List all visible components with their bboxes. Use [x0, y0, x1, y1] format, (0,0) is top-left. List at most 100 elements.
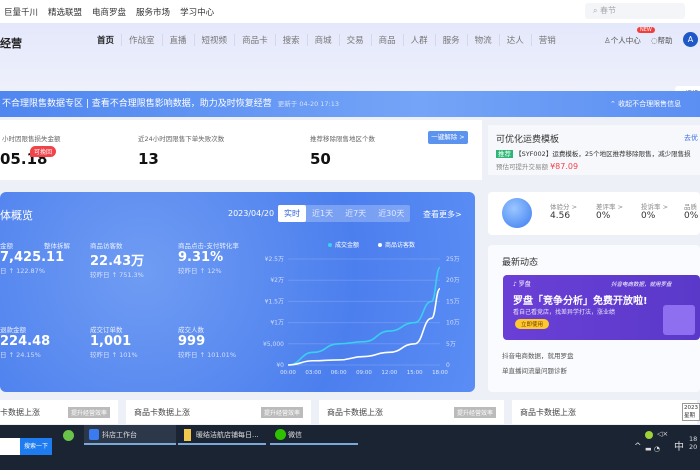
legend-marker [378, 243, 382, 247]
metric-label: 成交订单数 [90, 326, 123, 334]
personal-center-link[interactable]: ♙个人中心 [604, 35, 641, 46]
collapse-label: 收起不合理限售信息 [618, 100, 682, 108]
overview-card: 体概览 2023/04/20 查看更多> 整体拆解 金额 7,425.11 日 ↑ … [0, 192, 475, 392]
y-right-tick: 25万 [446, 256, 460, 263]
score-item[interactable]: 品质 0% [684, 201, 698, 221]
metric-value: 13 [138, 150, 159, 168]
new-badge: NEW [637, 27, 655, 33]
metric-change: 较昨日 ↑ 751.3% [90, 271, 144, 279]
nav-item[interactable]: 作战室 [121, 34, 162, 46]
x-tick: 18:00 [432, 370, 448, 376]
avatar[interactable]: A [683, 32, 698, 47]
nav-item[interactable]: 首页 [90, 34, 121, 46]
taskbar-search-button[interactable]: 搜索一下 [20, 438, 52, 455]
metric-change: 日 ↑ 122.87% [0, 267, 45, 275]
nav-item[interactable]: 物流 [466, 34, 499, 46]
tray-expand-icon[interactable]: ^ [634, 442, 642, 452]
nav-item[interactable]: 搜索 [274, 34, 307, 46]
use-now-button[interactable]: 立即使用 [515, 319, 550, 329]
metric: 商品访客数 22.43万较昨日 ↑ 751.3% [90, 240, 144, 279]
network-icon[interactable]: ▬ ◔ [645, 445, 660, 453]
tiktok-icon: ♪ [513, 281, 517, 288]
user-icon: ♙ [604, 36, 611, 45]
tab-1day[interactable]: 近1天 [306, 205, 339, 222]
search-input[interactable]: ⌕ 春节 [585, 3, 685, 19]
taskbar-app[interactable]: 暖结洁航店铺每日... [178, 425, 266, 445]
data-rise-card[interactable]: 商品卡数据上涨 提升经营效率 [126, 400, 311, 424]
tab-7days[interactable]: 近7天 [339, 205, 372, 222]
metric-value: 22.43万 [90, 254, 145, 269]
promo-banner[interactable]: ♪ 罗盘 抖音电商数据，就用罗盘 罗盘「竞争分析」免费开放啦! 看自己看竞店，找… [503, 275, 700, 340]
promo-subtitle: 看自己看竞店，找差异学打法，涨业绩 [513, 309, 616, 316]
metric-value: 50 [310, 150, 331, 168]
y-right-tick: 20万 [446, 277, 460, 284]
news-item[interactable]: 单直播间流量问题诊断 [502, 365, 567, 375]
nav-item[interactable]: 人群 [402, 34, 435, 46]
promo-slogan: 抖音电商数据，就用罗盘 [611, 282, 672, 288]
tab-realtime[interactable]: 实时 [278, 205, 306, 222]
nav-item[interactable]: 商品 [370, 34, 403, 46]
nav-item[interactable]: 商品卡 [234, 34, 275, 46]
folder-icon [184, 429, 191, 441]
clock-date: 20 [689, 443, 698, 451]
unlock-all-button[interactable]: 一键解除 > [428, 131, 468, 144]
estimate-value: ¥87.09 [550, 162, 579, 171]
news-item[interactable]: 抖音电商数据，就用罗盘 [502, 350, 574, 360]
score-item[interactable]: 体验分 >4.56 [550, 201, 577, 221]
metric: 成交人数 999 较昨日 ↑ 101.01% [178, 324, 236, 359]
optimize-link[interactable]: 去优 [684, 133, 698, 143]
metric-change: 较昨日 ↑ 101.01% [178, 351, 236, 359]
taskbar: 搜索一下 抖店工作台 暖结洁航店铺每日... 微信 ^ ◁× ▬ ◔ 中 18 2… [0, 425, 700, 470]
estimate-label: 预估可提升交易额 [496, 163, 548, 171]
score-value: 0% [641, 211, 656, 221]
legend-label: 成交金额 [335, 241, 359, 249]
top-link[interactable]: 电商罗盘 [92, 6, 126, 18]
top-link[interactable]: 精选联盟 [48, 6, 82, 18]
ime-indicator[interactable]: 中 [674, 438, 684, 453]
card-tag: 提升经营效率 [260, 406, 303, 418]
volume-muted-icon[interactable]: ◁× [657, 430, 668, 438]
score-item[interactable]: 差评率 >0% [596, 201, 623, 221]
clock[interactable]: 18 20 [689, 435, 697, 451]
collapse-banner-link[interactable]: ⌃ 收起不合理限售信息 [610, 99, 681, 109]
browser-icon[interactable] [63, 430, 74, 441]
taskbar-search-input[interactable] [0, 438, 20, 455]
experience-score-card: 体验分 >4.56 差评率 >0% 投诉率 >0% 品质 0% [488, 192, 700, 235]
banner-updated: 更新于 04-20 17:13 [277, 100, 340, 108]
nav-item[interactable]: 商城 [306, 34, 339, 46]
nav-item[interactable]: 服务 [434, 34, 467, 46]
top-link[interactable]: 巨量千川 [4, 6, 38, 18]
score-item[interactable]: 投诉率 >0% [641, 201, 668, 221]
metric-label: 商品访客数 [90, 242, 123, 250]
y-left-tick: ¥0 [276, 362, 284, 369]
tray-app-icon[interactable] [645, 431, 653, 439]
nav-item[interactable]: 短视频 [193, 34, 235, 46]
help-link[interactable]: ◌帮助 [651, 35, 673, 46]
tab-30days[interactable]: 近30天 [372, 205, 410, 222]
top-link[interactable]: 学习中心 [180, 6, 214, 18]
data-rise-card[interactable]: 商品卡数据上涨 提升经营效率 [319, 400, 504, 424]
card-title: 商品卡数据上涨 [520, 407, 576, 417]
view-more-link[interactable]: 查看更多> [423, 209, 462, 220]
logo: 经营 [0, 37, 22, 50]
data-rise-card[interactable]: 卡数据上涨 提升经营效率 [0, 400, 118, 424]
overview-date: 2023/04/20 [228, 209, 275, 218]
data-rise-card[interactable]: 商品卡数据上涨 [512, 400, 697, 424]
nav-item[interactable]: 交易 [338, 34, 371, 46]
x-tick: 09:00 [356, 370, 372, 376]
x-tick: 00:00 [280, 370, 296, 376]
series-line [287, 266, 441, 366]
top-link[interactable]: 服务市场 [136, 6, 170, 18]
nav-item[interactable]: 直播 [161, 34, 194, 46]
taskbar-app[interactable]: 微信 [270, 425, 358, 445]
score-value: 4.56 [550, 211, 571, 221]
nav-item[interactable]: 营销 [530, 34, 563, 46]
card-tag: 提升经营效率 [67, 406, 110, 418]
card-tag: 提升经营效率 [453, 406, 496, 418]
nav-items: 首页 作战室 直播 短视频 商品卡 搜索 商城 交易 商品 人群 服务 物流 达人 营销 [90, 34, 563, 46]
metric-change: 较昨日 ↑ 12% [178, 267, 222, 275]
nav-item[interactable]: 达人 [498, 34, 531, 46]
taskbar-app[interactable]: 抖店工作台 [84, 425, 176, 445]
recoverable-tag: 可挽回 [30, 146, 57, 157]
score-label: 品质 [684, 203, 697, 211]
